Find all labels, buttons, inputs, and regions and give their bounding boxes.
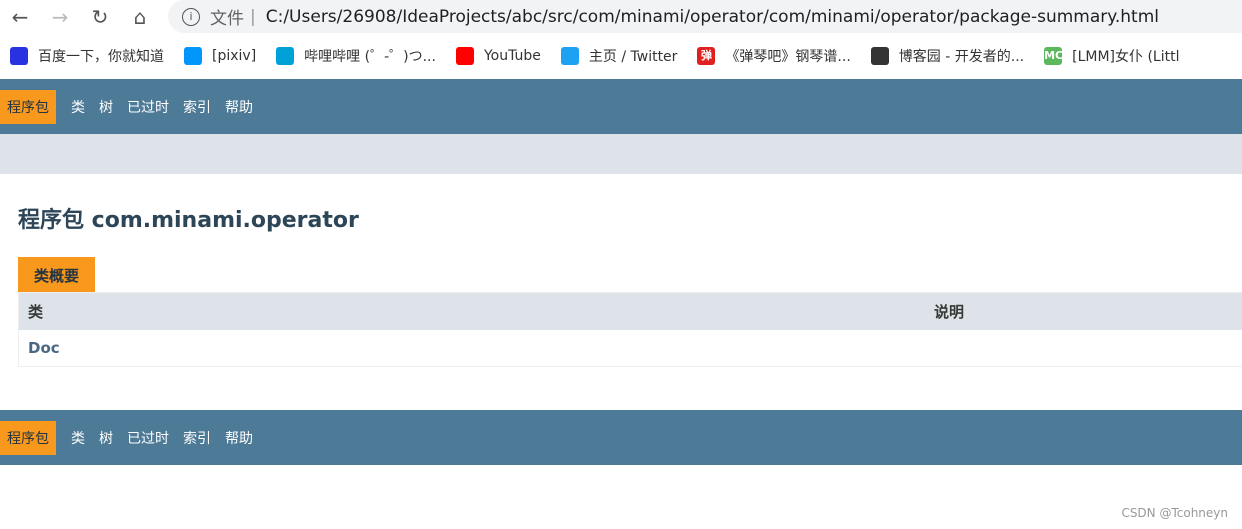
nav-package: 程序包 (0, 420, 56, 455)
bookmarks-bar: 百度一下，你就知道 [pixiv] 哔哩哔哩 (゜-゜)つ... YouTube 主页 … (0, 33, 1242, 78)
forward-icon[interactable]: → (40, 5, 80, 29)
pixiv-icon (184, 46, 202, 65)
bookmark-label: [pixiv] (212, 47, 257, 64)
address-bar[interactable]: i 文件 | C:/Users/26908/IdeaProjects/abc/s… (168, 0, 1242, 33)
cnblogs-icon (870, 46, 889, 65)
reload-icon[interactable]: ↻ (80, 5, 120, 29)
header-description: 说明 (934, 303, 965, 321)
url-prefix: 文件 (210, 9, 244, 29)
url-text[interactable]: C:/Users/26908/IdeaProjects/abc/src/com/… (266, 7, 1159, 27)
bookmark-label: YouTube (483, 47, 541, 64)
tanqinba-icon: 弹 (697, 46, 716, 65)
bookmark-label: 博客园 - 开发者的... (898, 48, 1025, 65)
back-icon[interactable]: ← (0, 5, 40, 29)
top-nav: 程序包 类 树 已过时 索引 帮助 (0, 79, 1242, 134)
bookmark-label: 《弹琴吧》钢琴谱... (725, 48, 851, 65)
info-icon[interactable]: i (182, 7, 200, 26)
table-row: Doc (19, 330, 1242, 366)
bookmark-label: 哔哩哔哩 (゜-゜)つ... (304, 48, 436, 65)
nav-class[interactable]: 类 (71, 97, 85, 117)
home-icon[interactable]: ⌂ (120, 5, 160, 29)
table-header: 类 说明 (19, 293, 1242, 330)
baidu-icon (10, 46, 28, 65)
nav-index[interactable]: 索引 (183, 428, 211, 448)
bookmark-item[interactable]: MC [LMM]女仆 (Littl (1044, 46, 1179, 66)
bookmark-item[interactable]: 百度一下，你就知道 (10, 46, 164, 66)
nav-help[interactable]: 帮助 (225, 97, 253, 117)
page-title: 程序包 com.minami.operator (18, 208, 359, 233)
watermark: CSDN @Tcohneyn (1121, 506, 1228, 520)
bookmark-item[interactable]: YouTube (455, 46, 541, 65)
nav-tree[interactable]: 树 (99, 97, 113, 117)
nav-deprecated[interactable]: 已过时 (127, 97, 169, 117)
bookmark-label: 百度一下，你就知道 (38, 48, 164, 65)
mc-icon: MC (1044, 46, 1063, 65)
bookmark-item[interactable]: 哔哩哔哩 (゜-゜)つ... (276, 46, 436, 66)
table-caption: 类概要 (18, 257, 96, 292)
nav-deprecated[interactable]: 已过时 (127, 428, 169, 448)
youtube-icon (455, 46, 474, 65)
bookmark-item[interactable]: 博客园 - 开发者的... (870, 46, 1025, 66)
bookmark-item[interactable]: [pixiv] (184, 46, 257, 65)
bookmark-label: [LMM]女仆 (Littl (1072, 48, 1180, 65)
url-separator: | (250, 6, 256, 27)
class-link[interactable]: Doc (28, 339, 934, 357)
bottom-nav: 程序包 类 树 已过时 索引 帮助 (0, 410, 1242, 465)
bookmark-label: 主页 / Twitter (588, 48, 678, 65)
bookmark-item[interactable]: 主页 / Twitter (560, 46, 678, 66)
nav-class[interactable]: 类 (71, 428, 85, 448)
nav-package: 程序包 (0, 89, 56, 124)
bilibili-icon (276, 46, 295, 65)
nav-help[interactable]: 帮助 (225, 428, 253, 448)
class-summary-table: 类 说明 Doc (18, 292, 1242, 367)
twitter-icon (560, 46, 579, 65)
sub-nav (0, 134, 1242, 174)
bookmark-item[interactable]: 弹《弹琴吧》钢琴谱... (697, 46, 851, 66)
header-class: 类 (28, 303, 44, 321)
nav-tree[interactable]: 树 (99, 428, 113, 448)
nav-index[interactable]: 索引 (183, 97, 211, 117)
